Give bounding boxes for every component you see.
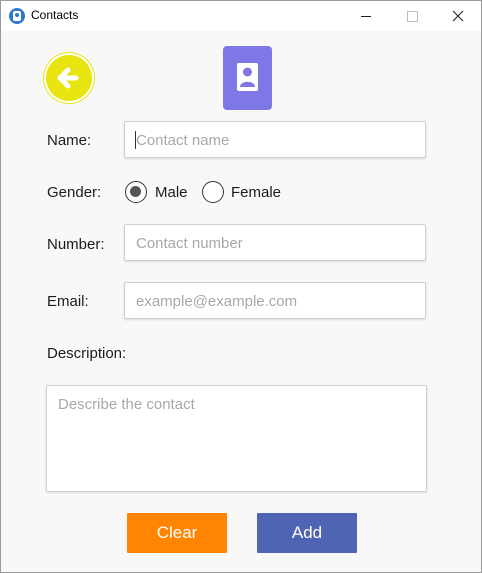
contacts-app-icon xyxy=(9,8,25,24)
number-input[interactable] xyxy=(136,234,416,252)
back-button[interactable] xyxy=(46,55,92,101)
gender-male-radio[interactable] xyxy=(125,181,147,203)
gender-female-label[interactable]: Female xyxy=(231,184,281,201)
name-field[interactable] xyxy=(124,121,426,158)
gender-label: Gender: xyxy=(47,184,102,201)
email-field[interactable] xyxy=(124,282,426,319)
close-icon xyxy=(452,10,464,22)
description-field[interactable] xyxy=(46,385,427,492)
window-title: Contacts xyxy=(31,8,79,22)
title-bar[interactable]: Contacts xyxy=(1,1,481,31)
number-field[interactable] xyxy=(124,224,426,261)
name-input[interactable] xyxy=(136,131,416,149)
maximize-icon xyxy=(406,10,418,22)
contacts-window: Contacts Name: Gender: Male Female xyxy=(0,0,482,573)
clear-button[interactable]: Clear xyxy=(127,513,227,553)
gender-female-radio[interactable] xyxy=(202,181,224,203)
back-arrow-icon xyxy=(57,67,79,89)
description-label: Description: xyxy=(47,345,127,362)
minimize-icon xyxy=(361,15,371,17)
description-input[interactable] xyxy=(58,396,414,484)
name-label: Name: xyxy=(47,132,92,149)
gender-male-label[interactable]: Male xyxy=(155,184,188,201)
contact-person-icon xyxy=(237,63,258,91)
add-button[interactable]: Add xyxy=(257,513,357,553)
email-label: Email: xyxy=(47,293,89,310)
number-label: Number: xyxy=(47,236,105,253)
email-input[interactable] xyxy=(136,292,416,310)
minimize-button[interactable] xyxy=(343,1,389,31)
contact-avatar[interactable] xyxy=(223,46,272,110)
close-button[interactable] xyxy=(435,1,481,31)
maximize-button[interactable] xyxy=(389,1,435,31)
